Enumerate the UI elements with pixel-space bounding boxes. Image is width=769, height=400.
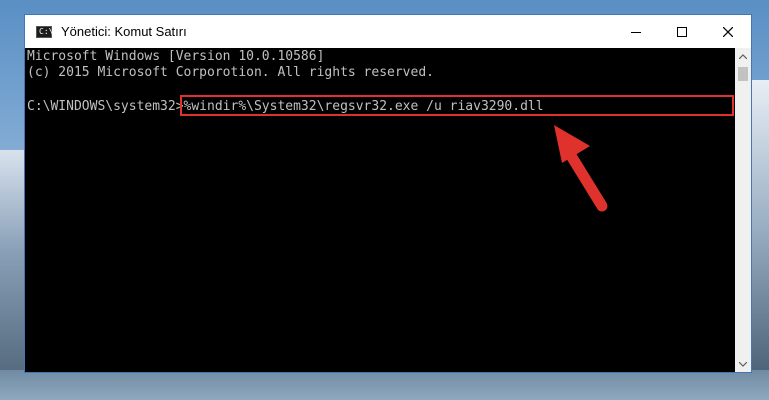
console-line-copyright: (c) 2015 Microsoft Corporotion. All righ…: [27, 65, 434, 80]
chevron-down-icon: [739, 361, 747, 367]
scroll-up-button[interactable]: [735, 48, 751, 64]
console-line-version: Microsoft Windows [Version 10.0.10586]: [27, 49, 325, 64]
console-app-icon[interactable]: C:\: [36, 25, 54, 38]
vertical-scrollbar[interactable]: [735, 48, 751, 372]
title-bar[interactable]: C:\ Yönetici: Komut Satırı: [25, 15, 751, 48]
maximize-icon: [677, 26, 687, 37]
console-app-icon-label: C:\: [39, 26, 54, 36]
pointer-arrow-icon: [554, 125, 608, 212]
command-prompt-window: C:\ Yönetici: Komut Satırı Microsoft Win…: [24, 14, 752, 373]
scroll-down-button[interactable]: [735, 356, 751, 372]
background-landscape: [0, 370, 769, 400]
maximize-button[interactable]: [659, 15, 705, 48]
window-title: Yönetici: Komut Satırı: [61, 24, 187, 39]
minimize-icon: [631, 31, 641, 33]
window-controls: [613, 15, 751, 48]
minimize-button[interactable]: [613, 15, 659, 48]
console-output[interactable]: Microsoft Windows [Version 10.0.10586] (…: [25, 48, 735, 372]
chevron-up-icon: [739, 53, 747, 59]
scroll-thumb[interactable]: [738, 67, 748, 81]
close-button[interactable]: [705, 15, 751, 48]
close-icon: [723, 26, 733, 37]
command-highlight-box: [180, 95, 734, 116]
